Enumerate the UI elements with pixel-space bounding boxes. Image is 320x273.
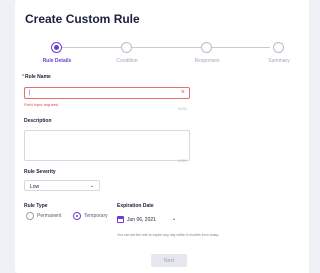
step-responses-label: Responses bbox=[194, 58, 220, 64]
rule-name-error: Field input required bbox=[24, 102, 59, 107]
next-button[interactable]: Next bbox=[151, 254, 187, 267]
rule-name-caret: | bbox=[29, 90, 31, 96]
close-icon[interactable]: × bbox=[181, 89, 185, 96]
rule-type-label: Rule Type bbox=[24, 203, 48, 209]
rule-name-label: *Rule Name bbox=[22, 74, 51, 80]
rule-name-counter: 0/100 bbox=[178, 107, 187, 111]
step-summary-dot[interactable] bbox=[273, 42, 284, 53]
rule-type-permanent-radio[interactable] bbox=[26, 212, 34, 220]
severity-select[interactable]: Low ⌄ bbox=[24, 180, 100, 191]
calendar-icon[interactable] bbox=[117, 216, 124, 223]
rule-name-label-text: Rule Name bbox=[24, 74, 51, 80]
severity-value: Low bbox=[30, 184, 40, 190]
step-responses-dot[interactable] bbox=[201, 42, 212, 53]
step-rule-details-dot[interactable] bbox=[51, 42, 62, 53]
expiration-label: Expiration Date bbox=[117, 203, 154, 209]
description-textarea[interactable] bbox=[24, 130, 190, 161]
description-counter: 0/300 bbox=[178, 159, 187, 163]
rule-type-temporary-radio[interactable] bbox=[73, 212, 81, 220]
step-summary-label: Summary bbox=[268, 58, 290, 64]
rule-name-input[interactable]: | × bbox=[24, 87, 190, 99]
description-label: Description bbox=[24, 118, 52, 124]
expiration-date-value[interactable]: Jun 06, 2021 bbox=[127, 217, 156, 223]
chevron-down-icon: ⌄ bbox=[89, 183, 94, 189]
step-condition-dot[interactable] bbox=[121, 42, 132, 53]
rule-type-permanent-label[interactable]: Permanent bbox=[37, 213, 61, 219]
required-marker: * bbox=[22, 74, 24, 80]
step-rule-details-label: Rule Details bbox=[42, 58, 72, 64]
expiration-hint: You can set the rule to expire any day w… bbox=[117, 233, 219, 237]
severity-label: Rule Severity bbox=[24, 169, 56, 175]
create-rule-card: Create Custom Rule Rule Details Conditio… bbox=[15, 0, 309, 273]
stepper-track bbox=[62, 47, 270, 48]
step-condition-label: Condition bbox=[116, 58, 138, 64]
page-title: Create Custom Rule bbox=[25, 12, 140, 26]
rule-type-temporary-label[interactable]: Temporary bbox=[84, 213, 108, 219]
chevron-down-icon[interactable]: ⌄ bbox=[172, 216, 304, 222]
